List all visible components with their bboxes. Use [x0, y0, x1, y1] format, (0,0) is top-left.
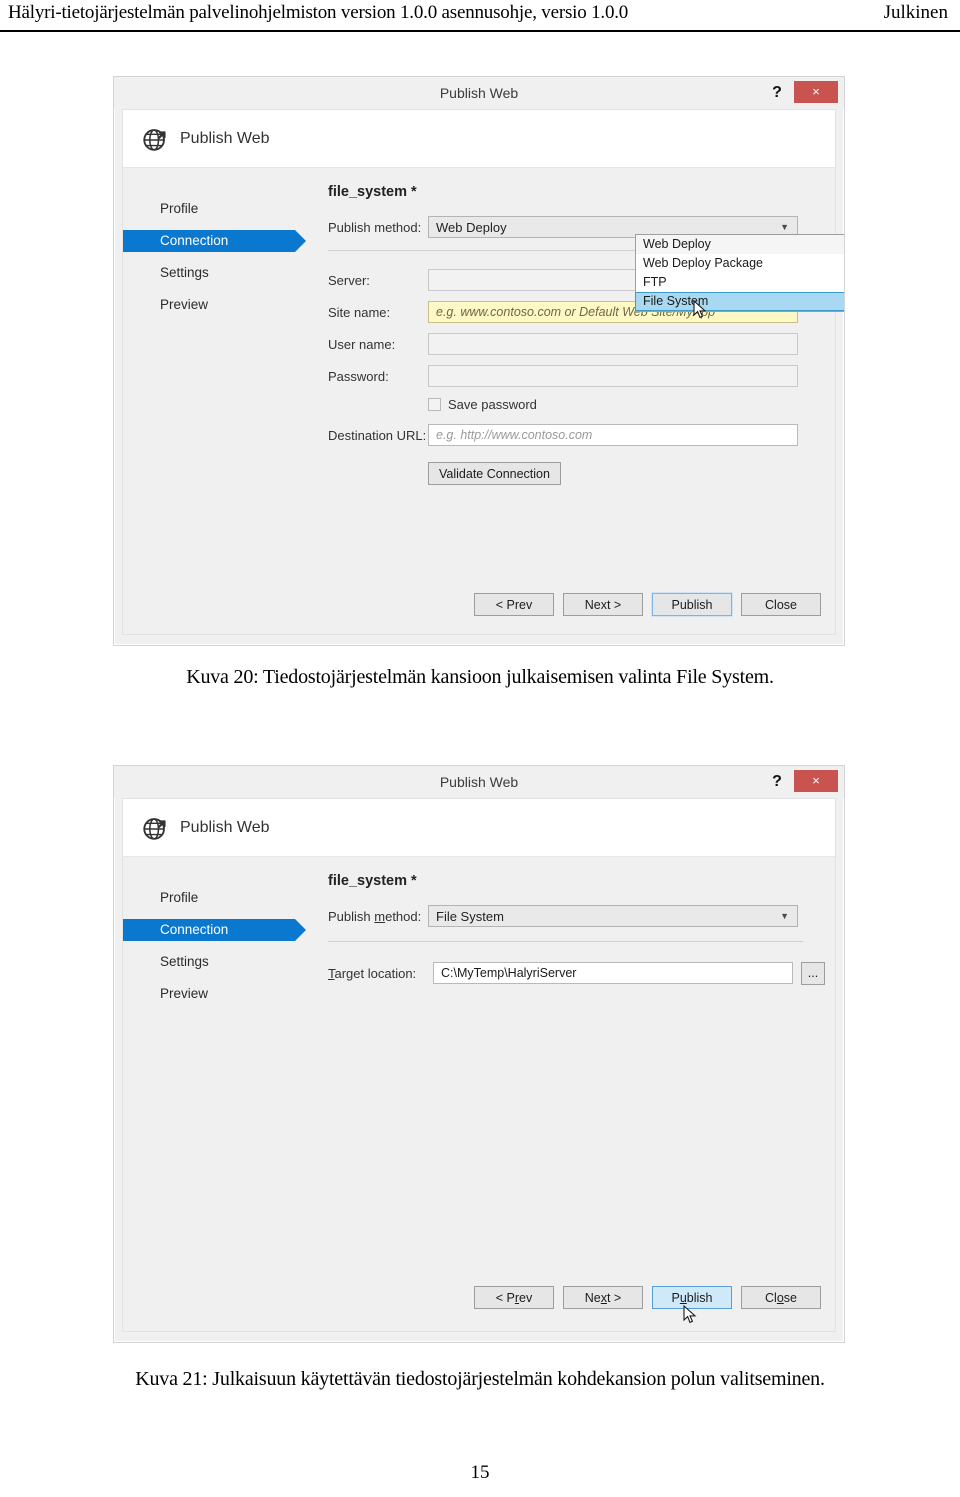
dialog-nav: Profile Connection Settings Preview	[123, 198, 306, 326]
close-button[interactable]: Close	[741, 1286, 821, 1309]
figure-caption-21: Kuva 21: Julkaisuun käytettävän tiedosto…	[135, 1368, 825, 1390]
destination-url-label: Destination URL:	[328, 427, 427, 443]
sidebar-item-settings[interactable]: Settings	[123, 262, 303, 284]
profile-name: file_system *	[328, 184, 417, 200]
dialog-button-row: < Prev Next > Publish Close	[474, 592, 821, 617]
globe-publish-icon	[141, 124, 171, 154]
publish-web-dialog-1[interactable]: Publish Web ? × Publish Web Profile Conn…	[113, 76, 845, 646]
server-label: Server:	[328, 272, 370, 288]
target-location-label: Target location:	[328, 965, 417, 981]
target-location-input[interactable]: C:\MyTemp\HalyriServer	[433, 962, 793, 984]
sidebar-item-label: Profile	[160, 201, 199, 216]
dialog-body: Profile Connection Settings Preview file…	[122, 167, 844, 635]
user-name-input[interactable]	[428, 333, 798, 355]
section-divider	[328, 941, 803, 942]
destination-url-row: Destination URL: e.g. http://www.contoso…	[328, 424, 825, 446]
dialog-title: Publish Web	[439, 85, 519, 101]
site-name-label: Site name:	[328, 304, 391, 320]
globe-publish-icon	[141, 813, 171, 843]
dialog-nav: Profile Connection Settings Preview	[123, 887, 306, 1015]
dropdown-option-file-system[interactable]: File System	[635, 292, 844, 311]
dialog-body: Profile Connection Settings Preview file…	[122, 856, 836, 1332]
dialog-titlebar: Publish Web ? ×	[114, 766, 844, 798]
next-button[interactable]: Next >	[563, 1286, 643, 1309]
publish-method-label: Publish method:	[328, 908, 422, 924]
dropdown-option-web-deploy[interactable]: Web Deploy	[636, 235, 844, 254]
sidebar-item-label: Connection	[160, 922, 229, 937]
destination-url-placeholder: e.g. http://www.contoso.com	[436, 428, 593, 442]
dialog-banner: Publish Web	[122, 109, 836, 167]
sidebar-item-label: Settings	[160, 265, 209, 280]
banner-label: Publish Web	[180, 818, 270, 836]
publish-web-dialog-2[interactable]: Publish Web ? × Publish Web Profile Conn…	[113, 765, 845, 1343]
dropdown-option-web-deploy-package[interactable]: Web Deploy Package	[636, 254, 844, 273]
save-password-row[interactable]: Save password	[428, 397, 825, 412]
chevron-down-icon: ▼	[780, 222, 789, 232]
header-rule	[0, 30, 960, 32]
document-header-title: Hälyri-tietojärjestelmän palvelinohjelmi…	[8, 2, 629, 23]
dialog-banner: Publish Web	[122, 798, 836, 856]
validate-connection-button[interactable]: Validate Connection	[428, 462, 561, 485]
connection-pane: file_system * Publish method: Web Deploy…	[328, 184, 825, 485]
connection-pane: file_system * Publish method: File Syste…	[328, 873, 825, 994]
dropdown-option-ftp[interactable]: FTP	[636, 273, 844, 292]
document-header: Hälyri-tietojärjestelmän palvelinohjelmi…	[0, 0, 960, 30]
figure-caption-20: Kuva 20: Tiedostojärjestelmän kansioon j…	[186, 666, 774, 688]
mouse-cursor	[693, 299, 707, 320]
sidebar-item-connection[interactable]: Connection	[123, 230, 306, 252]
sidebar-item-preview[interactable]: Preview	[123, 294, 303, 316]
prev-button[interactable]: < Prev	[474, 593, 554, 616]
chevron-down-icon: ▼	[780, 911, 789, 921]
prev-button[interactable]: < Prev	[474, 1286, 554, 1309]
publish-method-label: Publish method:	[328, 219, 422, 235]
sidebar-item-profile[interactable]: Profile	[123, 887, 303, 909]
publish-method-value: Web Deploy	[436, 219, 507, 235]
close-button[interactable]: Close	[741, 593, 821, 616]
next-button[interactable]: Next >	[563, 593, 643, 616]
document-header-classification: Julkinen	[883, 2, 948, 23]
banner-label: Publish Web	[180, 129, 270, 147]
dialog-titlebar: Publish Web ? ×	[114, 77, 844, 109]
browse-button[interactable]: ...	[801, 961, 825, 985]
user-name-label: User name:	[328, 336, 396, 352]
sidebar-item-label: Settings	[160, 954, 209, 969]
user-name-row: User name:	[328, 333, 825, 355]
validate-connection-row: Validate Connection	[428, 462, 825, 485]
sidebar-item-label: Connection	[160, 233, 229, 248]
sidebar-item-label: Preview	[160, 986, 209, 1001]
save-password-checkbox[interactable]	[428, 398, 441, 411]
save-password-label: Save password	[448, 397, 537, 412]
close-icon[interactable]: ×	[794, 81, 838, 103]
publish-method-select[interactable]: File System ▼	[428, 905, 798, 927]
page-number: 15	[470, 1462, 490, 1483]
publish-method-row: Publish method: File System ▼	[328, 905, 825, 927]
password-row: Password:	[328, 365, 825, 387]
destination-url-input[interactable]: e.g. http://www.contoso.com	[428, 424, 798, 446]
target-location-value: C:\MyTemp\HalyriServer	[441, 966, 577, 980]
sidebar-item-label: Preview	[160, 297, 209, 312]
sidebar-item-connection[interactable]: Connection	[123, 919, 306, 941]
close-icon[interactable]: ×	[794, 770, 838, 792]
target-location-row: Target location: C:\MyTemp\HalyriServer …	[328, 961, 825, 985]
dialog-button-row: < Prev Next > Publish Close	[474, 1286, 821, 1309]
help-icon[interactable]: ?	[766, 770, 788, 794]
password-label: Password:	[328, 368, 389, 384]
sidebar-item-profile[interactable]: Profile	[123, 198, 303, 220]
sidebar-item-settings[interactable]: Settings	[123, 951, 303, 973]
publish-button[interactable]: Publish	[651, 592, 733, 617]
sidebar-item-label: Profile	[160, 890, 199, 905]
password-input[interactable]	[428, 365, 798, 387]
publish-method-dropdown-list[interactable]: Web Deploy Web Deploy Package FTP File S…	[635, 234, 844, 312]
publish-method-value: File System	[436, 908, 504, 924]
dialog-title: Publish Web	[439, 774, 519, 790]
profile-name: file_system *	[328, 873, 417, 889]
sidebar-item-preview[interactable]: Preview	[123, 983, 303, 1005]
mouse-cursor	[683, 1304, 697, 1325]
help-icon[interactable]: ?	[766, 81, 788, 105]
